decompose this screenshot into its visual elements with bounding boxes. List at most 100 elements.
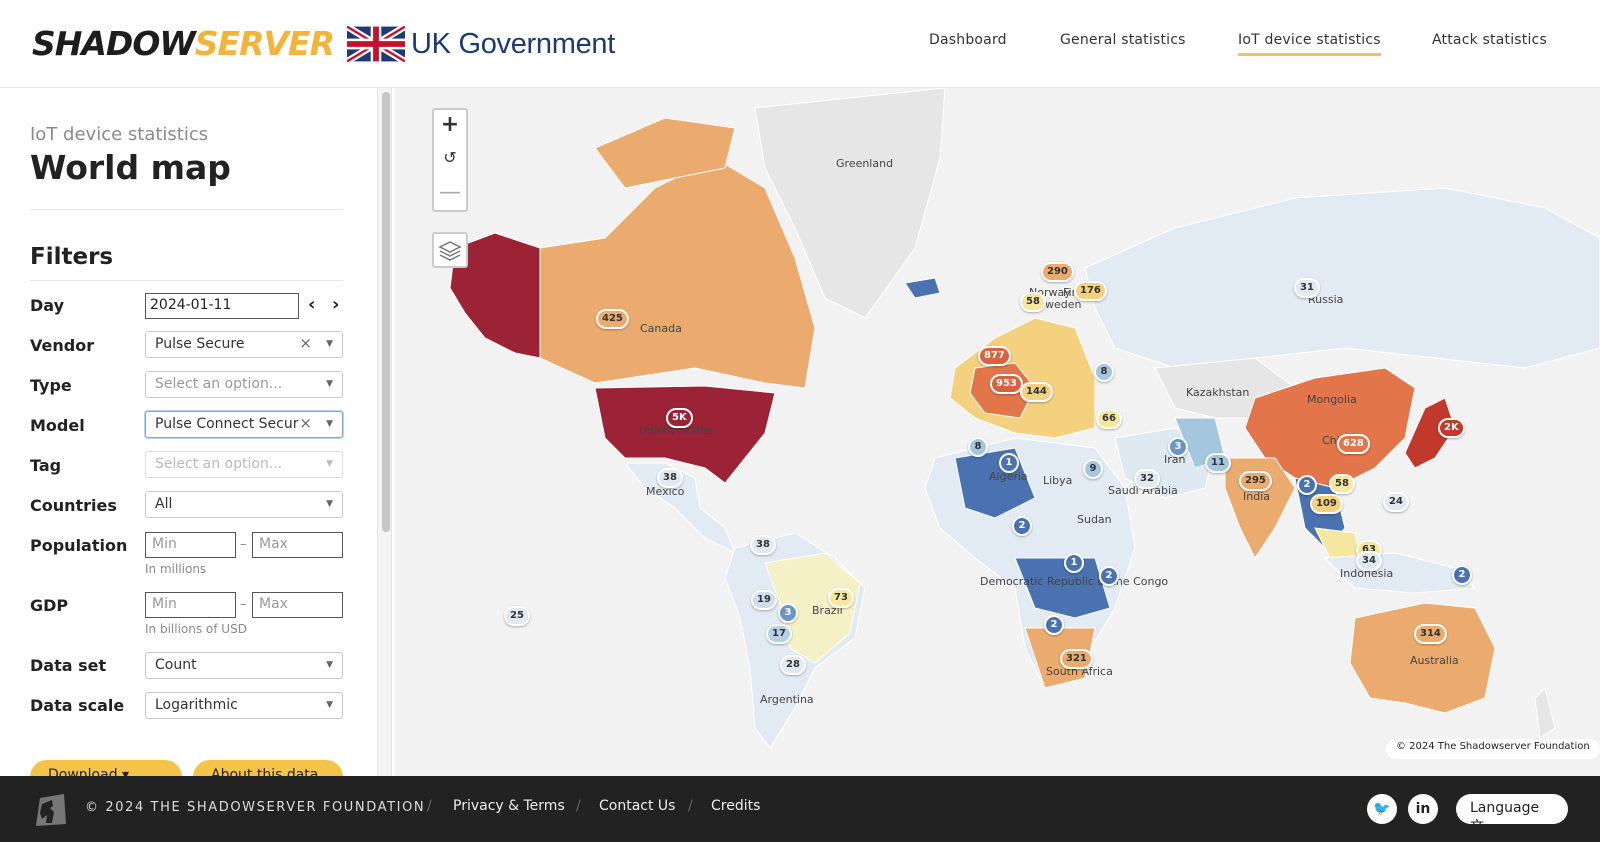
day-input[interactable]: 2024-01-11 [145,293,299,319]
map-marker[interactable]: 290 [1041,262,1074,282]
map-marker[interactable]: 314 [1414,624,1447,644]
map-marker[interactable]: 5K [666,408,693,428]
map-marker[interactable]: 2 [1044,615,1064,635]
gdp-hint: In billions of USD [145,622,247,636]
map-marker[interactable]: 144 [1020,382,1053,402]
chevron-down-icon: ▼ [326,660,333,670]
population-min-input[interactable]: Min [145,532,236,558]
reset-view-icon[interactable]: ↺ [434,148,466,167]
map-marker[interactable]: 58 [1020,292,1046,312]
twitter-icon[interactable]: 🐦 [1367,794,1397,824]
gdp-min-input[interactable]: Min [145,592,236,618]
footer-separator: / [688,798,693,814]
tag-select[interactable]: Select an option... ▼ [145,451,343,478]
vendor-select[interactable]: Pulse Secure × ▼ [145,331,343,358]
map-marker[interactable]: 9 [1083,459,1103,479]
map-marker[interactable]: 66 [1096,409,1122,429]
population-label: Population [30,536,128,555]
logo-server-text: SERVER [194,23,335,63]
map-marker[interactable]: 2K [1438,418,1465,438]
zoom-in-icon[interactable]: + [434,112,466,137]
datascale-label: Data scale [30,696,125,715]
map-marker[interactable]: 321 [1060,649,1093,669]
divider [30,280,343,281]
language-label: Language [1470,800,1540,816]
gdp-max-input[interactable]: Max [252,592,343,618]
linkedin-icon[interactable]: in [1408,794,1438,824]
zoom-out-icon[interactable]: — [434,180,466,205]
dataset-label: Data set [30,656,107,675]
footer-link-credits[interactable]: Credits [711,798,760,814]
clear-vendor-icon[interactable]: × [299,334,312,352]
map-marker[interactable]: 2 [1012,516,1032,536]
map-marker[interactable]: 953 [990,374,1023,394]
map-marker[interactable]: 28 [780,655,806,675]
map-marker[interactable]: 1 [999,453,1019,473]
map-marker[interactable]: 2 [1297,475,1317,495]
type-label: Type [30,376,72,395]
map-marker[interactable]: 11 [1205,453,1231,473]
nav-dashboard[interactable]: Dashboard [929,32,1007,56]
sidebar-scrollbar-thumb[interactable] [382,92,390,532]
model-value: Pulse Connect Secur [155,416,299,432]
language-button[interactable]: Language 文 [1456,794,1568,835]
map-marker[interactable]: 8 [968,437,988,457]
layers-icon [438,241,462,261]
breadcrumb: IoT device statistics [30,124,209,145]
map-marker[interactable]: 32 [1134,469,1160,489]
footer-link-privacy[interactable]: Privacy & Terms [453,798,565,814]
map-marker[interactable]: 31 [1294,278,1320,298]
map-marker[interactable]: 295 [1239,471,1272,491]
map-marker[interactable]: 38 [750,535,776,555]
country-label: Mongolia [1307,393,1357,406]
nav-iot-device-statistics[interactable]: IoT device statistics [1238,32,1381,56]
world-map[interactable] [395,88,1600,776]
map-marker[interactable]: 628 [1337,434,1370,454]
map-marker[interactable]: 3 [1168,437,1188,457]
type-select[interactable]: Select an option... ▼ [145,371,343,398]
uk-government-logo[interactable]: UK Government [347,24,615,64]
chevron-down-icon: ▼ [326,419,333,429]
model-select[interactable]: Pulse Connect Secur × ▼ [145,411,343,438]
map-marker[interactable]: 24 [1383,492,1409,512]
chevron-down-icon: ▼ [326,499,333,509]
map-attribution: © 2024 The Shadowserver Foundation [1386,739,1600,759]
tag-label: Tag [30,456,62,475]
map-marker[interactable]: 425 [596,309,629,329]
map-marker[interactable]: 25 [504,606,530,626]
country-label: Kazakhstan [1186,386,1250,399]
map-marker[interactable]: 2 [1452,565,1472,585]
map-marker[interactable]: 877 [978,346,1011,366]
shadowserver-footer-logo-icon[interactable] [32,792,68,828]
nav-general-statistics[interactable]: General statistics [1060,32,1186,56]
footer-link-contact[interactable]: Contact Us [599,798,675,814]
map-marker[interactable]: 1 [1064,553,1084,573]
dataset-select[interactable]: Count ▼ [145,652,343,679]
population-max-input[interactable]: Max [252,532,343,558]
country-label: Greenland [836,157,894,170]
map-marker[interactable]: 34 [1356,551,1382,571]
chevron-down-icon: ▼ [326,339,333,349]
map-marker[interactable]: 109 [1310,494,1343,514]
map-marker[interactable]: 17 [766,624,792,644]
divider [30,209,343,210]
map-marker[interactable]: 8 [1094,362,1114,382]
map-marker[interactable]: 3 [778,603,798,623]
country-label: India [1243,490,1270,503]
map-marker[interactable]: 2 [1099,566,1119,586]
country-label: Democratic Republic of the Congo [980,575,1169,588]
clear-model-icon[interactable]: × [299,414,312,432]
map-marker[interactable]: 58 [1329,474,1355,494]
map-marker[interactable]: 38 [657,468,683,488]
map-layers-button[interactable] [432,232,468,268]
next-day-icon[interactable]: › [332,294,339,315]
previous-day-icon[interactable]: ‹ [308,294,315,315]
map-marker[interactable]: 73 [828,588,854,608]
shadowserver-logo[interactable]: SHADOWSERVER [30,10,335,76]
countries-select[interactable]: All ▼ [145,491,343,518]
nav-attack-statistics[interactable]: Attack statistics [1432,32,1547,56]
datascale-select[interactable]: Logarithmic ▼ [145,692,343,719]
country-label: Sudan [1077,513,1112,526]
map-marker[interactable]: 19 [751,590,777,610]
map-marker[interactable]: 176 [1074,281,1107,301]
